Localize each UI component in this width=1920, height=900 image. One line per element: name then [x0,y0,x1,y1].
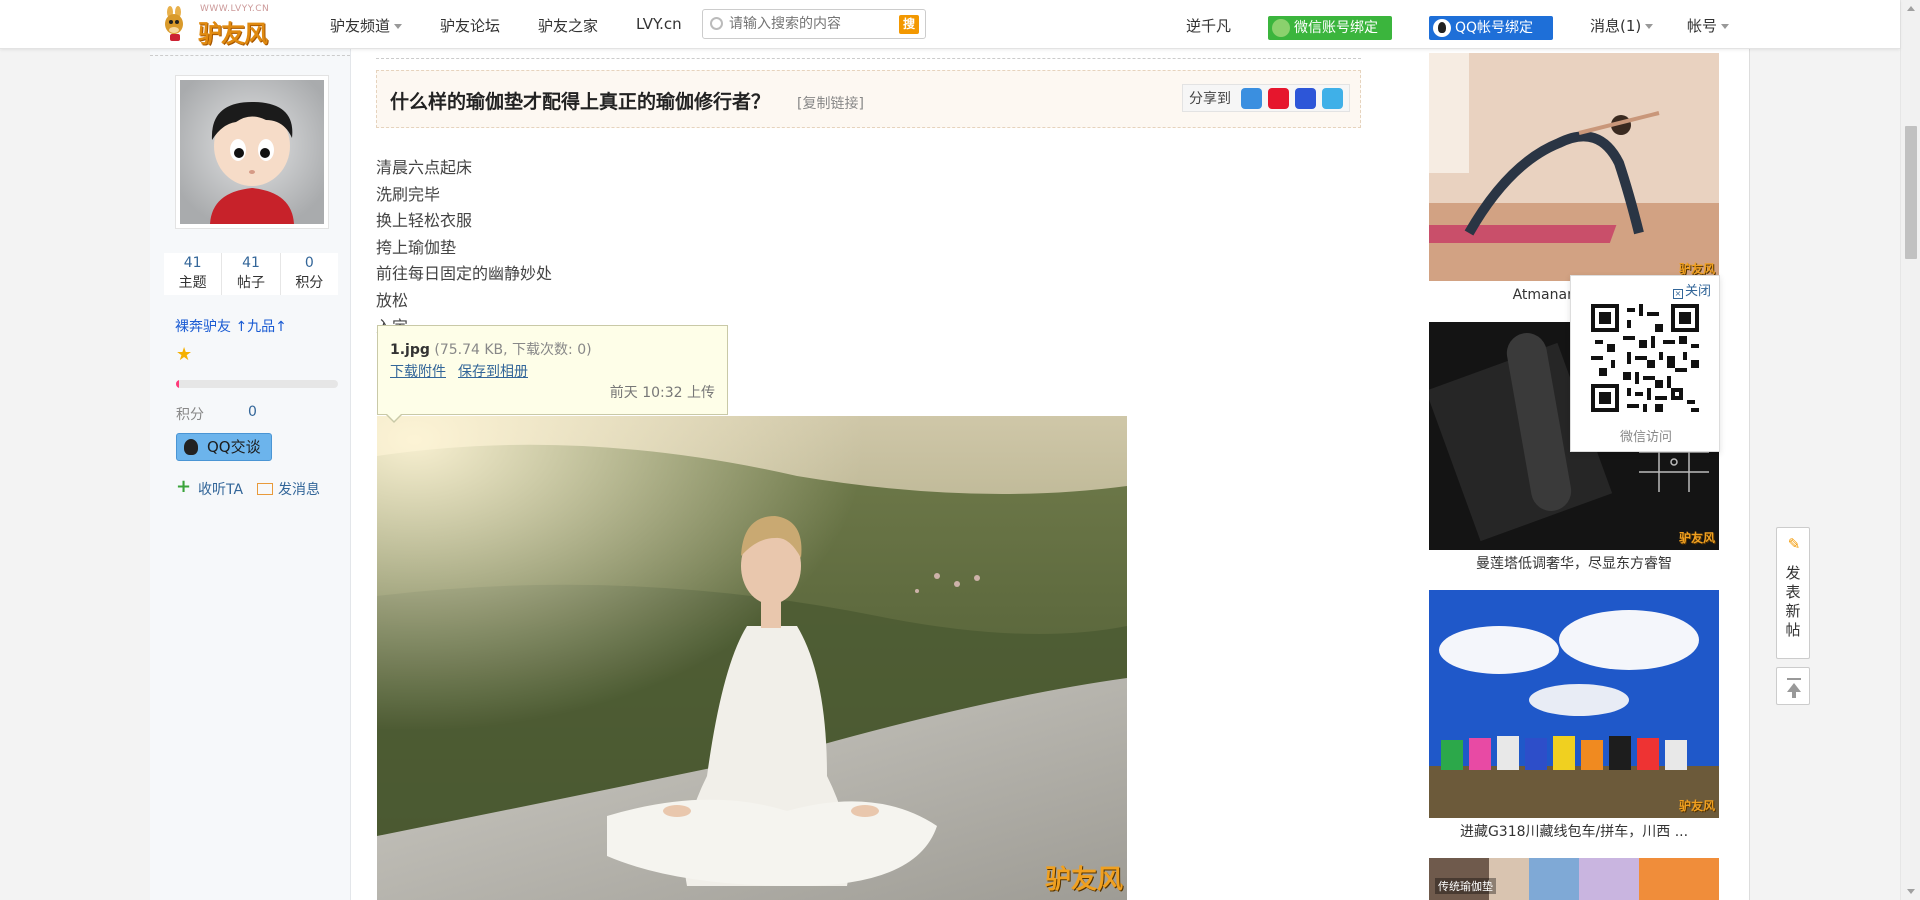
search-box: 搜 [702,9,926,39]
nav-home[interactable]: 驴友之家 [538,15,598,36]
nav-lvy[interactable]: LVY.cn [636,15,682,33]
page-scrollbar[interactable] [1900,0,1920,900]
sidebar-card[interactable]: 驴友风 进藏G318川藏线包车/拼车，川西 ... [1429,590,1719,846]
send-message-button[interactable]: 发消息 [256,479,320,499]
qq-icon [1433,19,1451,37]
post-line: 清晨六点起床 [376,158,473,177]
post-line: 挎上瑜伽垫 [376,237,457,257]
share-label: 分享到 [1189,91,1231,107]
brand-name: 驴友风 [198,19,268,48]
card-watermark: 驴友风 [1678,799,1715,813]
sidebar-card[interactable]: 传统瑜伽垫 [1429,858,1719,900]
card-image: 传统瑜伽垫 [1429,858,1719,900]
scroll-down-icon[interactable] [1907,889,1915,894]
messages-menu[interactable]: 消息(1) [1590,15,1654,36]
card-watermark: 驴友风 [1678,531,1715,545]
divider [150,55,350,56]
attachment-tooltip: 1.jpg (75.74 KB, 下载次数: 0) 下载附件 保存到相册 前天 … [377,325,728,423]
user-stats: 41 主题 41 帖子 0 积分 [164,253,338,295]
wechat-bind-button[interactable]: 微信账号绑定 [1268,16,1392,40]
experience-fill [176,380,180,388]
card-label: 传统瑜伽垫 [1435,878,1496,894]
meditation-photo [377,416,1127,900]
post-line: 洗刷完毕 [376,184,441,204]
new-post-button[interactable]: ✎ 发 表 新 帖 [1776,527,1810,659]
post-title-bar: 什么样的瑜伽垫才配得上真正的瑜伽修行者？ [复制链接] 分享到 [376,70,1361,128]
search-icon [710,17,723,30]
tooltip-arrow [386,414,402,423]
card-caption[interactable]: 进藏G318川藏线包车/拼车，川西 ... [1429,818,1719,846]
qq-chat-button[interactable]: QQ交谈 [176,433,272,461]
scrollbar-thumb[interactable] [1905,126,1917,259]
donkey-mascot-icon [165,6,183,41]
post-image[interactable]: 驴友风 [377,416,1127,900]
qq-bind-button[interactable]: QQ帐号绑定 [1429,16,1553,40]
post-title: 什么样的瑜伽垫才配得上真正的瑜伽修行者？ [390,91,771,113]
baidu-icon[interactable] [1295,87,1316,109]
avatar[interactable] [175,75,329,229]
card-image: 驴友风 [1429,590,1719,818]
attachment-filename: 1.jpg (75.74 KB, 下载次数: 0) [390,342,592,358]
qzone-icon[interactable] [1241,87,1262,109]
nav-channel[interactable]: 驴友频道 [330,15,403,36]
copy-link-button[interactable]: [复制链接] [797,93,864,113]
top-navbar: WWW.LVYY.CN 驴友风 驴友频道 驴友论坛 驴友之家 LVY.cn 搜 … [0,0,1900,49]
wechat-icon [1272,19,1290,37]
qr-code-icon [1591,304,1699,412]
stat-posts[interactable]: 41 帖子 [221,253,279,295]
travelers-photo [1429,590,1719,818]
chevron-down-icon [1721,24,1730,29]
post-body: 清晨六点起床 洗刷完毕 换上轻松衣服 挎上瑜伽垫 前往每日固定的幽静妙处 放松 … [376,155,552,341]
search-button[interactable]: 搜 [899,15,919,34]
close-icon: × [1672,289,1683,299]
download-attachment-link[interactable]: 下载附件 [390,361,446,381]
star-icon: ★ [176,344,193,365]
sidebar-card[interactable]: 驴友风 Atmananda（曼莲 [1429,53,1719,309]
experience-bar [176,380,338,388]
account-menu[interactable]: 帐号 [1687,15,1730,36]
post-line: 放松 [376,290,409,310]
qr-popup: × 关闭 微信访问 [1570,275,1720,452]
chevron-down-icon [1645,24,1654,29]
weibo-icon[interactable] [1268,87,1289,109]
chevron-down-icon [394,24,403,29]
close-button[interactable]: × 关闭 [1672,280,1711,299]
card-image: 驴友风 [1429,53,1719,281]
share-bar: 分享到 [1182,84,1350,112]
upload-time: 前天 10:32 上传 [609,385,715,401]
points-row: 积分 0 [176,404,257,423]
search-input[interactable] [729,14,889,34]
divider [376,58,1361,59]
yoga-pose-photo [1429,53,1719,281]
site-url: WWW.LVYY.CN [200,4,270,14]
pencil-icon: ✎ [1787,535,1801,553]
stat-topics[interactable]: 41 主题 [164,253,221,295]
save-to-album-link[interactable]: 保存到相册 [458,361,528,381]
post-line: 换上轻松衣服 [376,211,473,230]
username-link[interactable]: 逆千凡 [1186,15,1231,36]
cartoon-avatar-icon [180,80,324,224]
qr-label: 微信访问 [1619,430,1672,445]
site-logo[interactable]: WWW.LVYY.CN 驴友风 [160,4,280,48]
pengyou-icon[interactable] [1322,87,1343,109]
post-line: 前往每日固定的幽静妙处 [376,264,553,283]
nav-forum[interactable]: 驴友论坛 [440,15,500,36]
scroll-up-icon[interactable] [1907,6,1915,11]
follow-button[interactable]: 收听TA [176,476,243,499]
back-to-top-button[interactable] [1776,667,1810,705]
image-watermark: 驴友风 [1044,865,1123,895]
card-caption[interactable]: 曼莲塔低调奢华，尽显东方睿智 [1429,550,1719,578]
stat-points[interactable]: 0 积分 [279,253,338,295]
user-rank[interactable]: 裸奔驴友 ↑九品↑ [175,316,287,336]
